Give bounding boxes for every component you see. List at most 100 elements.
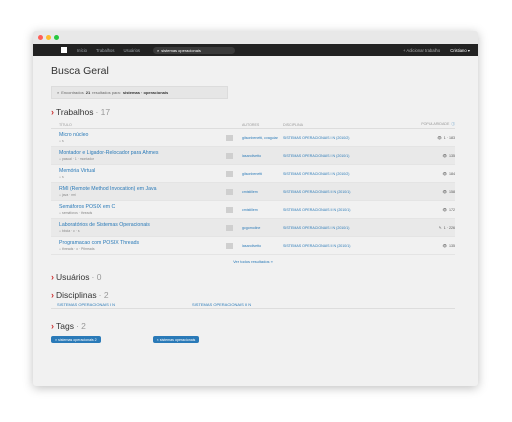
row-authors[interactable]: cmistillem bbox=[242, 190, 283, 194]
row-authors[interactable]: lasarolivetto bbox=[242, 244, 283, 248]
col-discipline[interactable]: DISCIPLINA bbox=[283, 123, 411, 127]
col-authors[interactable]: AUTORES bbox=[242, 123, 283, 127]
row-discipline[interactable]: SISTEMAS OPERACIONAIS I N (2010/1) bbox=[283, 226, 411, 230]
row-popularity: 👁 135 bbox=[411, 244, 455, 248]
row-tags-text: s bbox=[62, 175, 64, 179]
row-discipline[interactable]: SISTEMAS OPERACIONAIS I N (2010/1) bbox=[283, 154, 411, 158]
row-discipline[interactable]: SISTEMAS OPERACIONAIS II N (2010/1) bbox=[283, 244, 411, 248]
eye-icon: 👁 bbox=[442, 243, 447, 248]
table-row[interactable]: RMI (Remote Method Invocation) em Java ⌂ … bbox=[51, 183, 455, 201]
row-tags: ⌂ s bbox=[59, 139, 64, 143]
tag-label: sistemas operacionais 2 bbox=[58, 337, 97, 342]
row-popularity-value: 135 bbox=[449, 153, 455, 158]
chevron-right-icon: › bbox=[51, 289, 54, 300]
section-trabalhos[interactable]: › Trabalhos · 17 bbox=[51, 107, 460, 117]
disciplinas-list: SISTEMAS OPERACIONAIS I N SISTEMAS OPERA… bbox=[51, 300, 455, 309]
table-header: TÍTULO AUTORES DISCIPLINA POPULARIDADE ⓘ bbox=[51, 121, 455, 129]
disciplina-link[interactable]: SISTEMAS OPERACIONAIS II N bbox=[192, 302, 251, 307]
add-trabalho-link[interactable]: + Adicionar trabalho bbox=[403, 48, 440, 53]
table-row[interactable]: Montador e Ligador-Relocador para Ahmes ⌂… bbox=[51, 147, 455, 165]
eye-icon: 👁 bbox=[442, 207, 447, 212]
search-icon: ⌕ bbox=[57, 90, 60, 95]
row-discipline[interactable]: SISTEMAS OPERACIONAIS I N (2010/2) bbox=[283, 172, 411, 176]
row-tags: ⌂ pascal · 1 · montador bbox=[59, 157, 95, 161]
section-count: · 0 bbox=[91, 272, 102, 282]
top-navbar: Início Trabalhos Usuários ⌕ sistemas ope… bbox=[33, 44, 478, 56]
eye-icon: 👁 bbox=[442, 153, 447, 158]
row-tags-text: threads · c · Pthreads bbox=[62, 247, 95, 251]
row-tags: ⌂ java · rmi bbox=[59, 193, 76, 197]
see-all-results-link[interactable]: Ver todos resultados » bbox=[51, 259, 455, 264]
row-title[interactable]: Programacao com POSIX Threads bbox=[59, 240, 226, 246]
thumbnail-icon bbox=[226, 188, 233, 195]
table-row[interactable]: Programacao com POSIX Threads ⌂ threads ·… bbox=[51, 237, 455, 255]
row-popularity-value: 1 · 183 bbox=[443, 135, 455, 140]
row-discipline[interactable]: SISTEMAS OPERACIONAIS I N (2010/2) bbox=[283, 136, 411, 140]
result-mid: resultados para: bbox=[92, 90, 121, 95]
row-tags: ⌂ s bbox=[59, 175, 64, 179]
section-label: Trabalhos bbox=[56, 107, 94, 117]
col-title[interactable]: TÍTULO bbox=[51, 123, 226, 127]
row-title[interactable]: Semáforos POSIX em C bbox=[59, 204, 226, 210]
row-title[interactable]: Micro núcleo bbox=[59, 132, 226, 138]
search-input[interactable]: ⌕ sistemas operacionais bbox=[153, 46, 236, 54]
maximize-window-icon[interactable] bbox=[54, 35, 59, 40]
disciplina-link[interactable]: SISTEMAS OPERACIONAIS I N bbox=[57, 302, 192, 307]
row-tags-text: java · rmi bbox=[62, 193, 76, 197]
row-authors[interactable]: gcgomoline bbox=[242, 226, 283, 230]
page-title: Busca Geral bbox=[51, 65, 109, 77]
main-content: Busca Geral ⌕ Encontrados 21 resultados … bbox=[33, 65, 478, 343]
result-prefix: Encontrados bbox=[61, 90, 84, 95]
chevron-right-icon: › bbox=[51, 106, 54, 117]
row-authors[interactable]: gilsonbenetti bbox=[242, 172, 283, 176]
tag-chip[interactable]: × sistemas operacionais 2 bbox=[51, 336, 101, 343]
close-window-icon[interactable] bbox=[38, 35, 43, 40]
row-discipline[interactable]: SISTEMAS OPERACIONAIS II N (2010/1) bbox=[283, 208, 411, 212]
section-disciplinas[interactable]: › Disciplinas · 2 bbox=[51, 290, 460, 300]
tag-chip[interactable]: × sistemas operacionais bbox=[152, 336, 200, 343]
thumbnail-icon bbox=[226, 170, 233, 177]
row-popularity: 👁 158 bbox=[411, 190, 455, 194]
nav-link-usuarios[interactable]: Usuários bbox=[123, 48, 140, 53]
search-value: sistemas operacionais bbox=[161, 47, 201, 53]
comment-icon: ✎ bbox=[438, 225, 442, 230]
info-icon: ⓘ bbox=[451, 122, 455, 126]
section-label: Usuários bbox=[56, 272, 90, 282]
row-title[interactable]: RMI (Remote Method Invocation) em Java bbox=[59, 186, 226, 192]
row-tags-text: semáforos · threads bbox=[62, 211, 93, 215]
row-authors[interactable]: lasarolivetto bbox=[242, 154, 283, 158]
row-popularity-value: 158 bbox=[449, 189, 455, 194]
row-discipline[interactable]: SISTEMAS OPERACIONAIS II N (2010/1) bbox=[283, 190, 411, 194]
table-row[interactable]: Laboratórios de Sistemas Operacionais ⌂ b… bbox=[51, 219, 455, 237]
result-query: sistemas · operacionais bbox=[122, 90, 169, 95]
title-bar bbox=[33, 31, 478, 44]
row-authors[interactable]: gilsonbenetti, cvaguiar bbox=[242, 136, 283, 140]
minimize-window-icon[interactable] bbox=[46, 35, 51, 40]
section-label: Disciplinas bbox=[56, 290, 97, 300]
table-row[interactable]: Memória Virtual ⌂ s gilsonbenetti SISTEMA… bbox=[51, 165, 455, 183]
section-label: Tags bbox=[56, 321, 74, 331]
row-popularity-value: 135 bbox=[449, 243, 455, 248]
table-row[interactable]: Semáforos POSIX em C ⌂ semáforos · thread… bbox=[51, 201, 455, 219]
table-row[interactable]: Micro núcleo ⌂ s gilsonbenetti, cvaguiar … bbox=[51, 129, 455, 147]
eye-icon: 👁 bbox=[442, 171, 447, 176]
col-popularity-label: POPULARIDADE bbox=[421, 122, 450, 126]
row-title[interactable]: Memória Virtual bbox=[59, 168, 226, 174]
chevron-down-icon: ▾ bbox=[467, 47, 470, 53]
section-count: · 2 bbox=[98, 290, 109, 300]
tags-list: × sistemas operacionais 2 × sistemas ope… bbox=[51, 336, 460, 343]
nav-link-trabalhos[interactable]: Trabalhos bbox=[96, 48, 114, 53]
user-menu[interactable]: Cristiano ▾ bbox=[450, 48, 470, 53]
row-authors[interactable]: cmistillem bbox=[242, 208, 283, 212]
row-title[interactable]: Montador e Ligador-Relocador para Ahmes bbox=[59, 150, 226, 156]
section-tags[interactable]: › Tags · 2 bbox=[51, 321, 460, 331]
row-popularity-value: 172 bbox=[449, 207, 455, 212]
section-usuarios[interactable]: › Usuários · 0 bbox=[51, 272, 460, 282]
row-tags-text: pascal · 1 · montador bbox=[62, 157, 95, 161]
site-logo[interactable] bbox=[61, 47, 67, 53]
nav-link-inicio[interactable]: Início bbox=[77, 48, 87, 53]
row-title[interactable]: Laboratórios de Sistemas Operacionais bbox=[59, 222, 226, 228]
result-count: 21 bbox=[85, 90, 91, 95]
col-popularity[interactable]: POPULARIDADE ⓘ bbox=[411, 122, 455, 127]
result-summary: ⌕ Encontrados 21 resultados para: sistem… bbox=[51, 86, 228, 99]
